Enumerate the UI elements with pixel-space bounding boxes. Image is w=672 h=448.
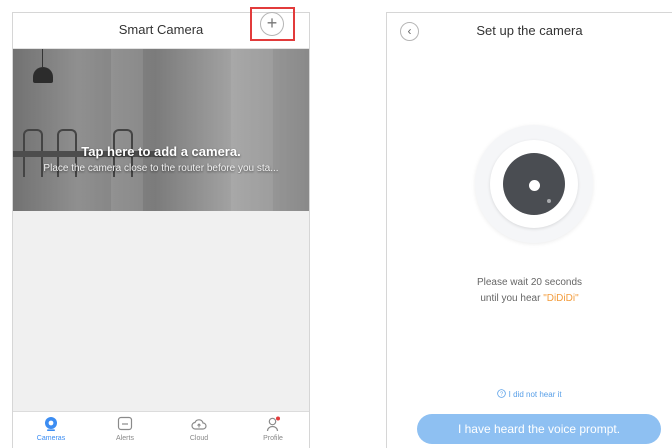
help-link-text: I did not hear it xyxy=(508,390,562,399)
help-icon: ? xyxy=(497,389,507,398)
camera-body xyxy=(490,140,578,228)
banner-title: Tap here to add a camera. xyxy=(81,144,241,159)
camera-led xyxy=(547,199,551,203)
tab-alerts[interactable]: Alerts xyxy=(95,416,155,442)
page-title: Set up the camera xyxy=(476,23,583,38)
instruction-prefix: until you hear xyxy=(480,293,544,304)
user-icon xyxy=(266,416,280,432)
instruction-text: Please wait 20 seconds xyxy=(476,277,583,288)
banner-subtitle: Place the camera close to the router bef… xyxy=(43,163,279,174)
plus-circle-icon[interactable]: + xyxy=(260,12,284,36)
add-button-callout: + xyxy=(250,7,295,41)
cloud-icon xyxy=(191,419,207,430)
smart-camera-screen: Smart Camera Tap here to add a camera. P… xyxy=(12,12,310,448)
camera-illustration xyxy=(475,125,593,243)
tab-label: Profile xyxy=(263,435,283,442)
message-icon xyxy=(117,416,133,431)
bottom-tab-bar: Cameras Alerts Cloud Profile xyxy=(13,411,309,448)
sound-name: "DiDiDi" xyxy=(543,293,579,304)
tab-cloud[interactable]: Cloud xyxy=(169,416,229,442)
heard-voice-prompt-button[interactable]: I have heard the voice prompt. xyxy=(417,414,661,444)
camera-lens-icon xyxy=(503,153,565,215)
instruction-text: until you hear "DiDiDi" xyxy=(387,293,672,304)
did-not-hear-link[interactable]: ? I did not hear it xyxy=(387,389,672,399)
lens-highlight xyxy=(529,180,540,191)
camera-list-area xyxy=(13,211,309,411)
tab-label: Alerts xyxy=(116,435,134,442)
tab-label: Cloud xyxy=(189,435,209,442)
tab-label: Cameras xyxy=(36,435,66,442)
tab-cameras[interactable]: Cameras xyxy=(21,416,81,442)
setup-camera-screen: ‹ Set up the camera Please wait 20 secon… xyxy=(386,12,672,448)
tab-profile[interactable]: Profile xyxy=(243,416,303,442)
banner-overlay xyxy=(13,49,309,211)
add-camera-banner[interactable]: Tap here to add a camera. Place the came… xyxy=(13,49,309,211)
camera-icon xyxy=(45,417,57,431)
